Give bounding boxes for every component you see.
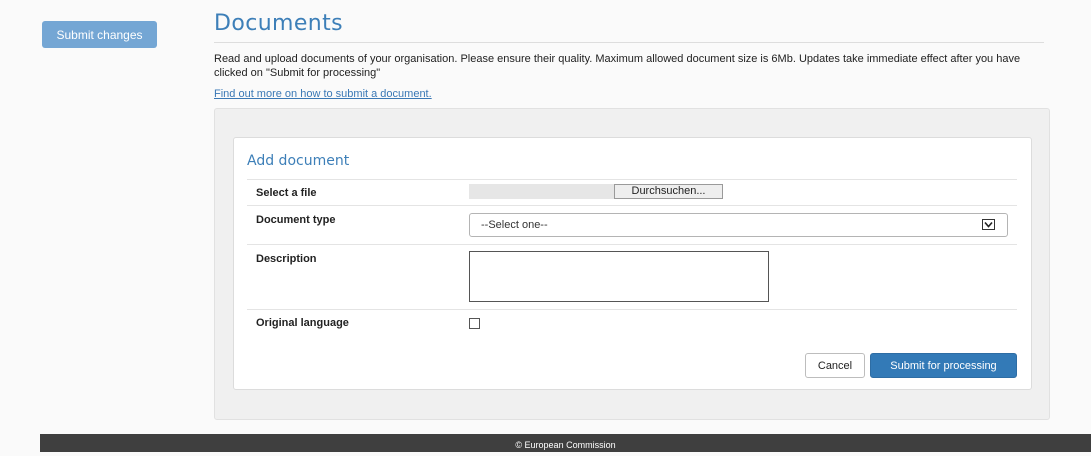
- description-textarea[interactable]: [469, 251, 769, 302]
- document-type-select[interactable]: --Select one--: [469, 213, 1008, 237]
- add-document-title: Add document: [247, 153, 350, 169]
- browse-file-button[interactable]: Durchsuchen...: [614, 184, 723, 199]
- form-row-divider: [247, 179, 1017, 180]
- footer: © European Commission: [40, 434, 1091, 452]
- description-label: Description: [256, 253, 317, 265]
- submit-changes-button[interactable]: Submit changes: [42, 21, 157, 48]
- form-row-divider: [247, 244, 1017, 245]
- intro-text: Read and upload documents of your organi…: [214, 53, 1021, 79]
- document-type-label: Document type: [256, 214, 336, 226]
- file-name-field[interactable]: [469, 184, 615, 199]
- form-row-divider: [247, 309, 1017, 310]
- title-divider: [214, 42, 1044, 43]
- original-language-checkbox[interactable]: [469, 318, 480, 329]
- document-type-selected-value: --Select one--: [481, 219, 548, 231]
- original-language-label: Original language: [256, 317, 349, 329]
- cancel-button[interactable]: Cancel: [805, 353, 865, 378]
- form-row-divider: [247, 205, 1017, 206]
- chevron-down-icon[interactable]: [982, 219, 995, 230]
- page-title: Documents: [214, 11, 344, 36]
- help-link[interactable]: Find out more on how to submit a documen…: [214, 88, 432, 100]
- select-file-label: Select a file: [256, 187, 317, 199]
- footer-copyright: © European Commission: [515, 440, 616, 450]
- submit-for-processing-button[interactable]: Submit for processing: [870, 353, 1017, 378]
